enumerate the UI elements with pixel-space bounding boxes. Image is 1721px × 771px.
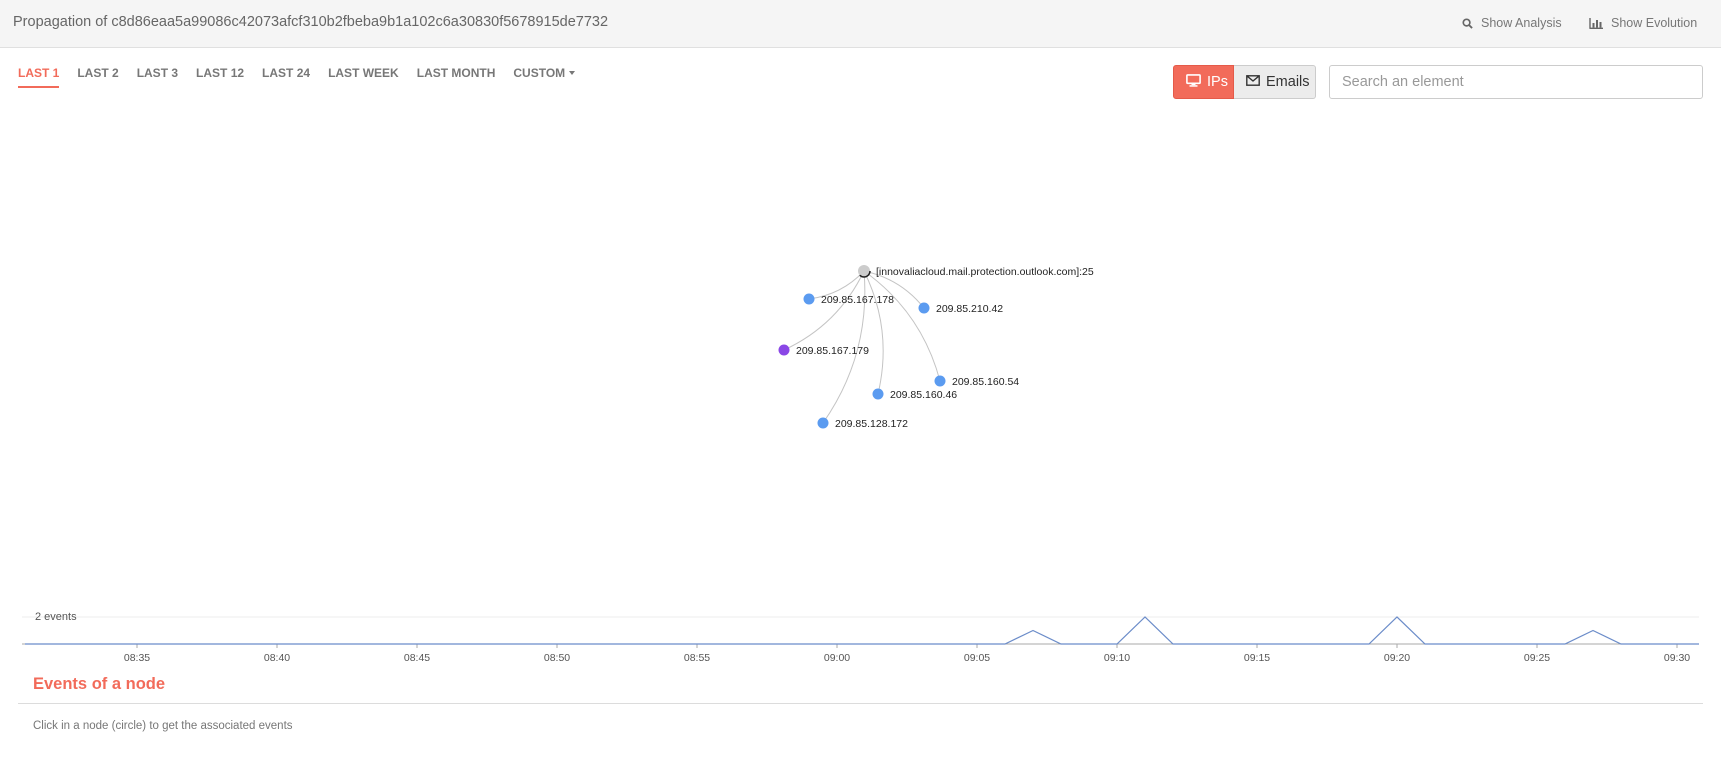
graph-link	[863, 270, 884, 395]
node-label: 209.85.160.46	[890, 389, 957, 401]
ips-toggle-button[interactable]: IPs	[1173, 65, 1234, 99]
graph-node[interactable]: 209.85.160.46	[872, 388, 958, 402]
tab-label: LAST WEEK	[328, 66, 399, 80]
search-input[interactable]	[1329, 65, 1703, 99]
page-title: Propagation of c8d86eaa5a99086c42073afcf…	[13, 14, 609, 30]
propagation-graph: [innovaliacloud.mail.protection.outlook.…	[778, 264, 1094, 431]
tab-last-12[interactable]: LAST 12	[196, 66, 244, 88]
tab-label: LAST MONTH	[416, 66, 496, 80]
graph-nodes: [innovaliacloud.mail.protection.outlook.…	[778, 264, 1094, 431]
timeline-tick-label: 09:30	[1664, 652, 1690, 664]
search-icon	[1462, 17, 1473, 29]
timeline-tick-label: 08:55	[684, 652, 710, 664]
tab-last-week[interactable]: LAST WEEK	[328, 66, 399, 88]
timeline-tick-label: 08:35	[124, 652, 150, 664]
tab-label: LAST 24	[262, 66, 311, 80]
node-circle[interactable]	[817, 417, 829, 429]
emails-toggle-button[interactable]: Emails	[1234, 65, 1316, 99]
tab-last-1[interactable]: LAST 1	[18, 66, 60, 88]
emails-label: Emails	[1266, 74, 1310, 90]
timeline-tick-label: 09:05	[964, 652, 990, 664]
envelope-icon	[1246, 74, 1260, 90]
node-label: 209.85.210.42	[936, 303, 1003, 315]
timeline-tick-label: 08:45	[404, 652, 430, 664]
events-section-title: Events of a node	[33, 675, 166, 693]
view-toggle: IPs Emails	[1173, 65, 1316, 99]
monitor-icon	[1186, 73, 1201, 91]
tab-last-2[interactable]: LAST 2	[77, 66, 118, 88]
graph-node[interactable]: 209.85.160.54	[934, 375, 1020, 389]
bar-chart-icon	[1589, 17, 1603, 29]
tab-label: LAST 12	[196, 66, 245, 80]
node-label: 209.85.167.179	[796, 345, 869, 357]
top-bar: Propagation of c8d86eaa5a99086c42073afcf…	[0, 0, 1721, 48]
node-circle[interactable]	[872, 388, 884, 400]
timeline-tick-label: 09:00	[824, 652, 850, 664]
events-hint: Click in a node (circle) to get the asso…	[33, 720, 293, 732]
graph-node-root[interactable]: [innovaliacloud.mail.protection.outlook.…	[857, 264, 1094, 278]
node-circle[interactable]	[803, 293, 815, 305]
events-timeline-chart: 2 events 08:35 08:40 08:45 08:50 08:55 09:00 0…	[22, 611, 1699, 664]
root-node-circle[interactable]	[857, 264, 871, 278]
tab-label: LAST 1	[18, 66, 60, 80]
time-range-tabs: LAST 1 LAST 2 LAST 3 LAST 12 LAST 24 LAS…	[18, 66, 593, 88]
ips-label: IPs	[1207, 74, 1228, 90]
tab-last-24[interactable]: LAST 24	[262, 66, 310, 88]
graph-node[interactable]: 209.85.128.172	[817, 417, 909, 431]
graph-link	[783, 270, 865, 351]
node-label: 209.85.128.172	[835, 418, 908, 430]
timeline-tick-label: 09:10	[1104, 652, 1130, 664]
timeline-tick-label: 09:20	[1384, 652, 1410, 664]
caret-down-icon	[569, 71, 576, 75]
tab-last-3[interactable]: LAST 3	[137, 66, 178, 88]
events-divider	[18, 703, 1703, 704]
timeline-tick-label: 09:25	[1524, 652, 1550, 664]
show-analysis-label: Show Analysis	[1481, 16, 1562, 30]
timeline-ticks: 08:35 08:40 08:45 08:50 08:55 09:00 09:05 09:10…	[124, 644, 1690, 664]
node-circle[interactable]	[934, 375, 946, 387]
tab-label: LAST 3	[136, 66, 179, 80]
timeline-series-line	[25, 616, 1699, 645]
timeline-y-label: 2 events	[35, 611, 77, 623]
tab-custom-dropdown[interactable]: CUSTOM	[513, 66, 576, 88]
timeline-tick-label: 08:50	[544, 652, 570, 664]
timeline-tick-label: 08:40	[264, 652, 290, 664]
show-evolution-label: Show Evolution	[1611, 16, 1698, 30]
tab-label: LAST 2	[77, 66, 119, 80]
node-circle[interactable]	[778, 344, 790, 356]
show-evolution-button[interactable]: Show Evolution	[1589, 16, 1697, 30]
tab-label: CUSTOM	[513, 66, 566, 80]
graph-node[interactable]: 209.85.167.178	[803, 293, 895, 307]
node-label: 209.85.160.54	[952, 376, 1019, 388]
show-analysis-button[interactable]: Show Analysis	[1462, 16, 1562, 30]
tab-last-month[interactable]: LAST MONTH	[417, 66, 496, 88]
graph-node[interactable]: 209.85.210.42	[918, 302, 1004, 316]
node-label: 209.85.167.178	[821, 294, 894, 306]
root-node-label: [innovaliacloud.mail.protection.outlook.…	[876, 266, 1094, 278]
timeline-tick-label: 09:15	[1244, 652, 1270, 664]
node-circle[interactable]	[918, 302, 930, 314]
